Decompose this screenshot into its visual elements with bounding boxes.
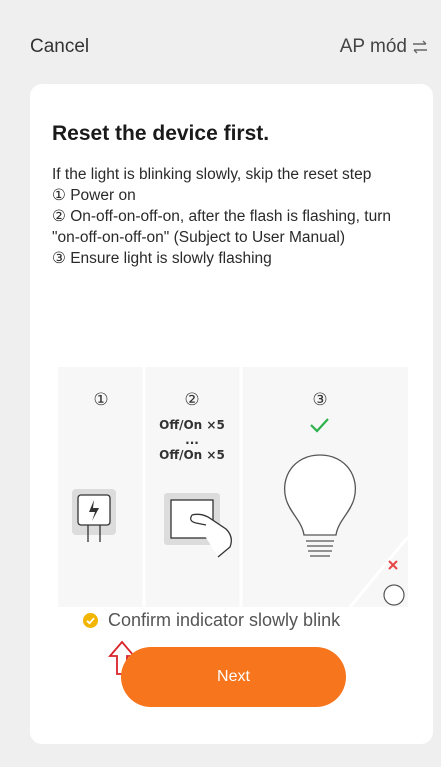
screen: Cancel AP mód Reset the device first. If… [0,0,441,767]
step-1-number: ① [93,390,108,410]
power-plug-icon [72,489,116,542]
step-2-text-top: Off/On ×5 [159,418,225,432]
step-2-text-bottom: Off/On ×5 [159,448,225,462]
step-3-number: ③ [312,390,327,410]
ap-mode-switch[interactable]: AP mód [340,36,429,58]
switch-arrows-icon [411,40,429,54]
next-button[interactable]: Next [121,647,346,707]
instruction-line: ③ Ensure light is slowly flashing [52,250,272,267]
cancel-button[interactable]: Cancel [30,36,89,58]
instruction-line: ② On-off-on-off-on, after the flash is f… [52,208,391,246]
instruction-line: ① Power on [52,187,136,204]
instruction-text: If the light is blinking slowly, skip th… [52,164,422,269]
top-bar: Cancel AP mód [0,0,441,84]
instruction-card: Reset the device first. If the light is … [30,84,433,744]
instruction-line: If the light is blinking slowly, skip th… [52,166,372,183]
small-bulb-icon [383,584,405,606]
step-2-dots: ... [185,433,199,447]
page-title: Reset the device first. [52,122,270,145]
step-2-number: ② [184,390,199,410]
check-circle-icon [83,613,98,628]
ap-mode-label: AP mód [339,36,407,57]
confirm-indicator-checkbox[interactable]: Confirm indicator slowly blink [83,610,340,631]
confirm-label: Confirm indicator slowly blink [108,610,341,630]
